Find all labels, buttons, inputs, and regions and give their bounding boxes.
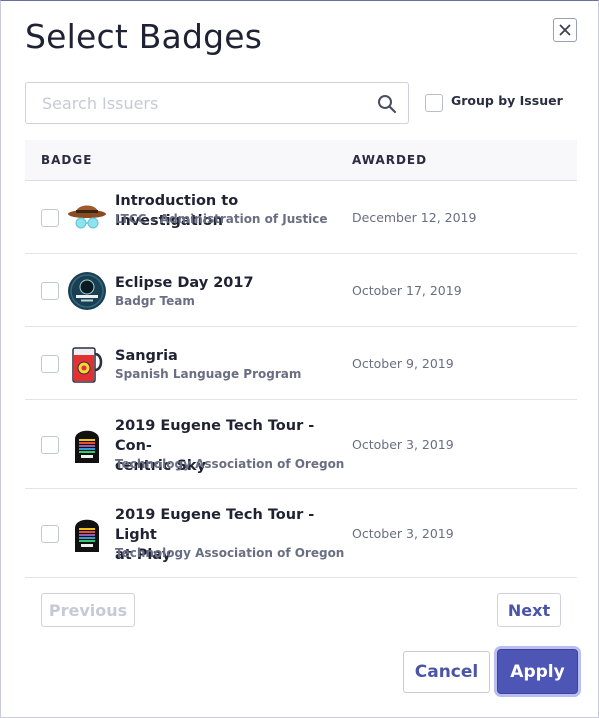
row-checkbox[interactable] [41, 282, 59, 300]
previous-button[interactable]: Previous [41, 593, 135, 627]
eclipse-badge-icon [68, 272, 106, 310]
group-by-issuer-label: Group by Issuer [451, 93, 563, 108]
awarded-date: October 3, 2019 [352, 526, 454, 541]
badge-issuer: Spanish Language Program [115, 367, 302, 381]
search-icon[interactable] [377, 94, 397, 114]
badge-issuer: LTCC - Administration of Justice [115, 212, 328, 226]
badge-name-line: 2019 Eugene Tech Tour - Light [115, 507, 315, 543]
row-checkbox[interactable] [41, 355, 59, 373]
row-checkbox[interactable] [41, 525, 59, 543]
table-row[interactable]: 2019 Eugene Tech Tour - Light at Play Te… [25, 489, 577, 578]
pitcher-icon [72, 347, 103, 383]
badges-table: BADGE AWARDED Introduction to Investigat… [25, 140, 577, 578]
awarded-date: December 12, 2019 [352, 210, 477, 225]
table-row[interactable]: Sangria Spanish Language Program October… [25, 327, 577, 400]
badge-issuer: Technology Association of Oregon [115, 457, 345, 471]
search-input[interactable] [26, 83, 366, 123]
tech-tour-badge-icon [75, 430, 99, 463]
dialog-title: Select Badges [25, 17, 263, 56]
table-header: BADGE AWARDED [25, 140, 577, 181]
table-row[interactable]: 2019 Eugene Tech Tour - Con- centric Sky… [25, 400, 577, 489]
next-button[interactable]: Next [497, 593, 561, 627]
search-field [25, 82, 409, 124]
badge-name: Sangria [115, 348, 178, 364]
apply-button[interactable]: Apply [497, 649, 578, 694]
select-badges-dialog: Select Badges Group by Issuer BADGE AWAR… [0, 0, 599, 718]
group-by-issuer-checkbox[interactable] [425, 94, 443, 112]
column-header-awarded: AWARDED [352, 153, 428, 167]
badge-issuer: Badgr Team [115, 294, 195, 308]
table-row[interactable]: Introduction to Investigation LTCC - Adm… [25, 181, 577, 254]
badge-name-line: 2019 Eugene Tech Tour - Con- [115, 418, 315, 454]
awarded-date: October 9, 2019 [352, 356, 454, 371]
cancel-button[interactable]: Cancel [403, 651, 490, 693]
badge-issuer: Technology Association of Oregon [115, 546, 345, 560]
column-header-badge: BADGE [41, 153, 93, 167]
detective-hat-icon [68, 205, 106, 229]
awarded-date: October 17, 2019 [352, 283, 462, 298]
awarded-date: October 3, 2019 [352, 437, 454, 452]
badge-name: Eclipse Day 2017 [115, 275, 254, 291]
close-button[interactable] [553, 18, 577, 42]
close-icon [559, 24, 571, 36]
tech-tour-badge-icon [75, 519, 99, 552]
table-row[interactable]: Eclipse Day 2017 Badgr Team October 17, … [25, 254, 577, 327]
row-checkbox[interactable] [41, 209, 59, 227]
row-checkbox[interactable] [41, 436, 59, 454]
